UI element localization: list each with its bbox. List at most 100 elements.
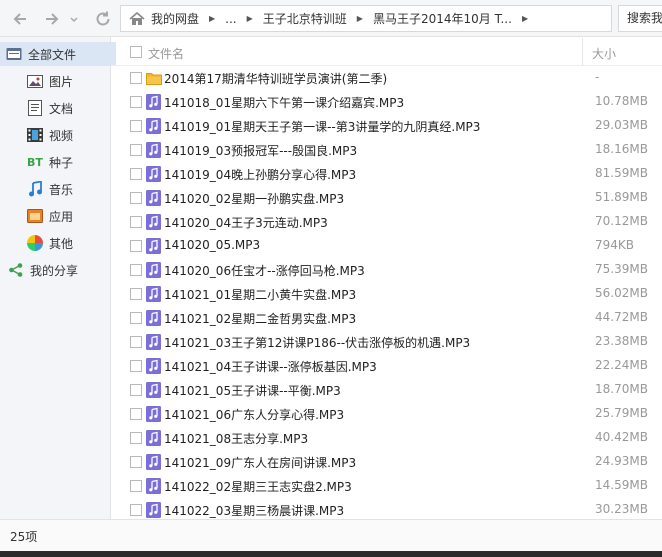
file-row[interactable]: 141021_09广东人在房间讲课.MP3 24.93MB (111, 450, 662, 474)
file-name[interactable]: 2014第17期清华特训班学员演讲(第二季) (164, 70, 387, 87)
history-dropdown-button[interactable] (63, 8, 85, 30)
file-row-checkbox[interactable] (130, 384, 142, 396)
file-size: 22.24MB (595, 358, 648, 372)
file-name[interactable]: 141018_01星期六下午第一课介绍嘉宾.MP3 (164, 94, 404, 111)
file-row[interactable]: 141020_04王子3元连动.MP3 70.12MB (111, 210, 662, 234)
file-name[interactable]: 141019_03预报冠军---殷国良.MP3 (164, 142, 357, 159)
file-row-checkbox[interactable] (130, 336, 142, 348)
file-size: - (595, 70, 600, 84)
sidebar-item-all-files[interactable]: 全部文件 (0, 42, 116, 66)
file-name[interactable]: 141021_01星期二小黄牛实盘.MP3 (164, 286, 356, 303)
file-row[interactable]: 141019_01星期天王子第一课--第3讲量学的九阴真经.MP3 29.03MB (111, 114, 662, 138)
file-row-checkbox[interactable] (130, 240, 142, 252)
file-name[interactable]: 141022_02星期三王志实盘2.MP3 (164, 478, 352, 495)
file-size: 10.78MB (595, 94, 648, 108)
file-row-checkbox[interactable] (130, 120, 142, 132)
file-row-checkbox[interactable] (130, 96, 142, 108)
file-name[interactable]: 141021_04王子讲课--涨停板基因.MP3 (164, 358, 377, 375)
file-name[interactable]: 141020_02星期一孙鹏实盘.MP3 (164, 190, 344, 207)
file-row[interactable]: 141021_04王子讲课--涨停板基因.MP3 22.24MB (111, 354, 662, 378)
file-row[interactable]: 141021_01星期二小黄牛实盘.MP3 56.02MB (111, 282, 662, 306)
file-name[interactable]: 141021_06广东人分享心得.MP3 (164, 406, 344, 423)
back-button[interactable] (9, 8, 31, 30)
file-name[interactable]: 141022_03星期三杨晨讲课.MP3 (164, 502, 344, 519)
home-icon[interactable] (127, 11, 147, 26)
file-size: 81.59MB (595, 166, 648, 180)
sidebar-item-label: 我的分享 (30, 263, 79, 278)
other-icon (27, 235, 43, 251)
breadcrumb-separator-icon: ▶ (356, 14, 363, 23)
file-row[interactable]: 141021_05王子讲课--平衡.MP3 18.70MB (111, 378, 662, 402)
file-size: 794KB (595, 238, 635, 252)
file-name[interactable]: 141021_02星期二金哲男实盘.MP3 (164, 310, 356, 327)
column-header-size[interactable]: 大小 (592, 45, 616, 62)
file-row[interactable]: 2014第17期清华特训班学员演讲(第二季) - (111, 66, 662, 90)
file-row-checkbox[interactable] (130, 456, 142, 468)
sidebar-item-label: 种子 (49, 155, 74, 170)
select-all-checkbox[interactable] (130, 46, 142, 58)
sidebar: 全部文件 图片 文档 视频 BT 种子 音乐 应用 其他 我的分享 (0, 37, 116, 519)
status-bar: 25项 (0, 519, 662, 551)
breadcrumb-separator-icon: ▶ (209, 14, 216, 23)
audio-file-icon (146, 94, 161, 110)
breadcrumb-separator-icon: ▶ (521, 14, 529, 23)
file-row[interactable]: 141020_02星期一孙鹏实盘.MP3 51.89MB (111, 186, 662, 210)
refresh-button[interactable] (92, 8, 114, 30)
file-row-checkbox[interactable] (130, 72, 142, 84)
file-row-checkbox[interactable] (130, 312, 142, 324)
forward-button[interactable] (41, 8, 63, 30)
file-row[interactable]: 141021_08王志分享.MP3 40.42MB (111, 426, 662, 450)
audio-file-icon (146, 310, 161, 326)
file-row[interactable]: 141021_06广东人分享心得.MP3 25.79MB (111, 402, 662, 426)
file-row-checkbox[interactable] (130, 288, 142, 300)
breadcrumb-item-folder[interactable]: 王子北京特训班 (263, 6, 347, 31)
search-input[interactable]: 搜索我 (618, 5, 662, 32)
file-name[interactable]: 141020_06任宝才--涨停回马枪.MP3 (164, 262, 365, 279)
audio-file-icon (146, 166, 161, 182)
file-size: 25.79MB (595, 406, 648, 420)
file-row-checkbox[interactable] (130, 504, 142, 516)
file-name[interactable]: 141021_09广东人在房间讲课.MP3 (164, 454, 356, 471)
file-row[interactable]: 141020_05.MP3 794KB (111, 234, 662, 258)
column-header-name[interactable]: 文件名 (148, 45, 184, 62)
breadcrumb-item-ellipsis[interactable]: ... (225, 6, 236, 31)
file-size: 56.02MB (595, 286, 648, 300)
file-row[interactable]: 141019_04晚上孙鹏分享心得.MP3 81.59MB (111, 162, 662, 186)
file-name[interactable]: 141020_04王子3元连动.MP3 (164, 214, 328, 231)
file-row-checkbox[interactable] (130, 408, 142, 420)
file-row-checkbox[interactable] (130, 216, 142, 228)
audio-file-icon (146, 118, 161, 134)
file-row[interactable]: 141020_06任宝才--涨停回马枪.MP3 75.39MB (111, 258, 662, 282)
audio-file-icon (146, 238, 161, 254)
folder-icon (146, 70, 162, 86)
column-divider[interactable] (582, 38, 583, 66)
file-row[interactable]: 141021_03王子第12讲课P186--伏击涨停板的机遇.MP3 23.38M… (111, 330, 662, 354)
file-row-checkbox[interactable] (130, 360, 142, 372)
file-row-checkbox[interactable] (130, 480, 142, 492)
file-size: 29.03MB (595, 118, 648, 132)
file-row[interactable]: 141022_02星期三王志实盘2.MP3 14.59MB (111, 474, 662, 498)
image-icon (27, 73, 43, 89)
file-row-checkbox[interactable] (130, 264, 142, 276)
file-name[interactable]: 141019_01星期天王子第一课--第3讲量学的九阴真经.MP3 (164, 118, 480, 135)
file-size: 30.23MB (595, 502, 648, 516)
breadcrumb-item-my-disk[interactable]: 我的网盘 (151, 6, 199, 31)
audio-file-icon (146, 406, 161, 422)
file-row[interactable]: 141021_02星期二金哲男实盘.MP3 44.72MB (111, 306, 662, 330)
file-name[interactable]: 141021_03王子第12讲课P186--伏击涨停板的机遇.MP3 (164, 334, 470, 351)
file-name[interactable]: 141019_04晚上孙鹏分享心得.MP3 (164, 166, 356, 183)
document-icon (27, 100, 43, 116)
file-row-checkbox[interactable] (130, 192, 142, 204)
file-row-checkbox[interactable] (130, 168, 142, 180)
breadcrumb-item-current[interactable]: 黑马王子2014年10月 T... (373, 6, 512, 31)
sidebar-item-label: 其他 (49, 236, 74, 251)
file-name[interactable]: 141020_05.MP3 (164, 238, 260, 252)
file-row[interactable]: 141018_01星期六下午第一课介绍嘉宾.MP3 10.78MB (111, 90, 662, 114)
file-row-checkbox[interactable] (130, 144, 142, 156)
file-row-checkbox[interactable] (130, 432, 142, 444)
share-icon (8, 262, 24, 278)
file-name[interactable]: 141021_08王志分享.MP3 (164, 430, 308, 447)
sidebar-item-my-shares[interactable]: 我的分享 (0, 258, 118, 282)
file-name[interactable]: 141021_05王子讲课--平衡.MP3 (164, 382, 341, 399)
file-row[interactable]: 141019_03预报冠军---殷国良.MP3 18.16MB (111, 138, 662, 162)
